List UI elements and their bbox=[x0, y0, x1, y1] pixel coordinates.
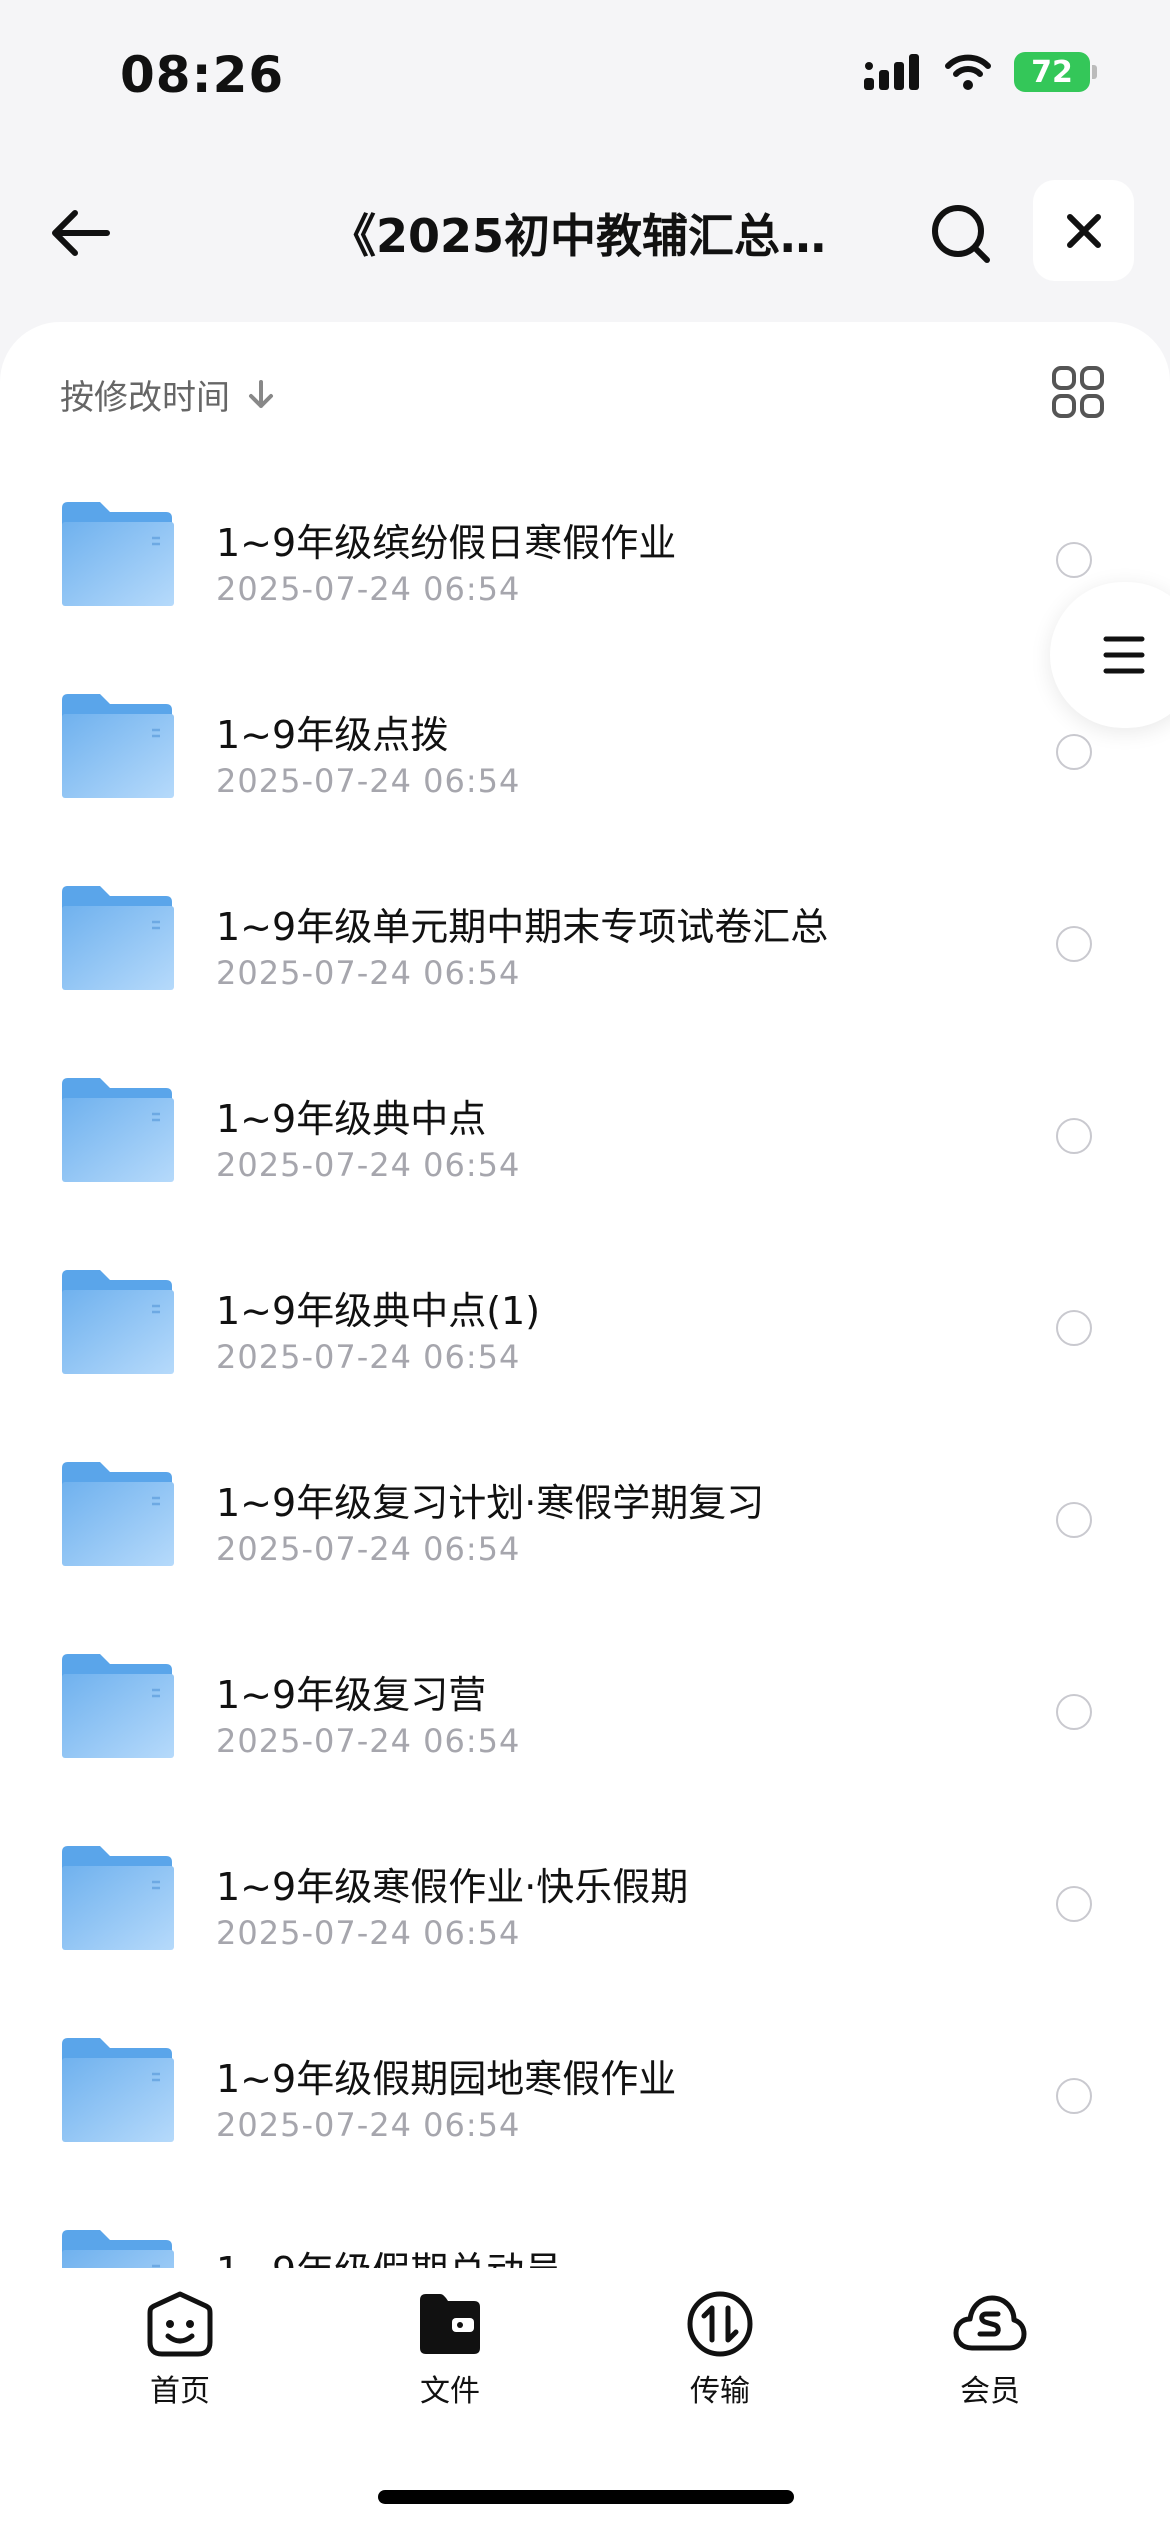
folder-icon bbox=[62, 1270, 174, 1374]
file-row[interactable]: 1~9年级复习营 2025-07-24 06:54 bbox=[0, 1614, 1170, 1806]
tab-files-label: 文件 bbox=[420, 2374, 480, 2409]
file-row[interactable]: 1~9年级单元期中期末专项试卷汇总 2025-07-24 06:54 bbox=[0, 846, 1170, 1038]
file-list: 1~9年级缤纷假日寒假作业 2025-07-24 06:54 1~9年级点拨 2025… bbox=[0, 462, 1170, 2272]
wifi-icon bbox=[945, 54, 991, 90]
cloud-s-icon bbox=[953, 2295, 1027, 2351]
sort-label: 按修改时间 bbox=[60, 378, 230, 418]
tab-home-label: 首页 bbox=[150, 2374, 210, 2409]
file-date: 2025-07-24 06:54 bbox=[216, 570, 521, 608]
file-date: 2025-07-24 06:54 bbox=[216, 1914, 521, 1952]
battery-charging-icon: 72 bbox=[1014, 52, 1097, 92]
tab-files[interactable]: 文件 bbox=[370, 2288, 530, 2410]
signal-icon bbox=[864, 54, 919, 90]
folder-icon bbox=[62, 694, 174, 798]
folder-icon bbox=[62, 2230, 174, 2272]
file-row[interactable]: 1~9年级典中点(1) 2025-07-24 06:54 bbox=[0, 1230, 1170, 1422]
grid-view-icon[interactable] bbox=[1050, 364, 1106, 420]
folder-icon bbox=[62, 1654, 174, 1758]
file-name: 1~9年级点拨 bbox=[216, 713, 449, 757]
file-name: 1~9年级典中点(1) bbox=[216, 1289, 541, 1333]
tab-home[interactable]: 首页 bbox=[100, 2288, 260, 2410]
file-date: 2025-07-24 06:54 bbox=[216, 2106, 521, 2144]
tab-transfer[interactable]: 传输 bbox=[640, 2288, 800, 2410]
file-date: 2025-07-24 06:54 bbox=[216, 1338, 521, 1376]
file-row[interactable]: 1~9年级假期园地寒假作业 2025-07-24 06:54 bbox=[0, 1998, 1170, 2190]
select-checkbox[interactable] bbox=[1056, 1886, 1092, 1922]
file-name: 1~9年级复习计划·寒假学期复习 bbox=[216, 1481, 765, 1525]
status-icons: 72 bbox=[862, 52, 1097, 92]
home-indicator bbox=[378, 2490, 794, 2504]
close-button[interactable] bbox=[1033, 180, 1134, 281]
file-name: 1~9年级缤纷假日寒假作业 bbox=[216, 521, 677, 565]
search-icon bbox=[932, 205, 990, 263]
battery-level: 72 bbox=[1031, 54, 1073, 90]
folder-icon bbox=[62, 1846, 174, 1950]
file-row[interactable]: 1~9年级复习计划·寒假学期复习 2025-07-24 06:54 bbox=[0, 1422, 1170, 1614]
file-date: 2025-07-24 06:54 bbox=[216, 1722, 521, 1760]
select-checkbox[interactable] bbox=[1056, 1310, 1092, 1346]
select-checkbox[interactable] bbox=[1056, 2078, 1092, 2114]
file-date: 2025-07-24 06:54 bbox=[216, 954, 521, 992]
back-arrow-icon bbox=[52, 210, 110, 256]
folder-icon bbox=[62, 502, 174, 606]
file-name: 1~9年级寒假作业·快乐假期 bbox=[216, 1865, 689, 1909]
file-date: 2025-07-24 06:54 bbox=[216, 1146, 521, 1184]
folder-icon bbox=[62, 2038, 174, 2142]
select-checkbox[interactable] bbox=[1056, 542, 1092, 578]
file-date: 2025-07-24 06:54 bbox=[216, 762, 521, 800]
select-checkbox[interactable] bbox=[1056, 926, 1092, 962]
tab-member-label: 会员 bbox=[960, 2374, 1020, 2409]
tab-member[interactable]: 会员 bbox=[910, 2288, 1070, 2410]
status-time: 08:26 bbox=[120, 46, 285, 104]
status-bar: 08:26 72 bbox=[0, 0, 1170, 150]
file-row[interactable]: 1~9年级点拨 2025-07-24 06:54 bbox=[0, 654, 1170, 846]
folder-wallet-icon bbox=[420, 2294, 480, 2354]
folder-icon bbox=[62, 1462, 174, 1566]
file-date: 2025-07-24 06:54 bbox=[216, 1530, 521, 1568]
close-icon bbox=[1066, 213, 1101, 248]
select-checkbox[interactable] bbox=[1056, 1118, 1092, 1154]
menu-icon bbox=[1103, 636, 1145, 674]
file-row[interactable]: 1~9年级缤纷假日寒假作业 2025-07-24 06:54 bbox=[0, 462, 1170, 654]
tab-transfer-label: 传输 bbox=[690, 2374, 750, 2409]
select-checkbox[interactable] bbox=[1056, 1694, 1092, 1730]
folder-icon bbox=[62, 886, 174, 990]
smile-face-icon bbox=[147, 2291, 213, 2357]
nav-bar: 《2025初中教辅汇总... bbox=[0, 170, 1170, 290]
transfer-icon bbox=[687, 2291, 753, 2357]
file-browser: 按修改时间 1~9年级缤纷假日寒假作业 2025-07-24 06:54 1~9年级… bbox=[0, 322, 1170, 2272]
arrow-down-icon bbox=[249, 379, 273, 408]
file-name: 1~9年级单元期中期末专项试卷汇总 bbox=[216, 905, 829, 949]
file-row[interactable]: 1~9年级典中点 2025-07-24 06:54 bbox=[0, 1038, 1170, 1230]
file-row[interactable]: 1~9年级假期总动员 bbox=[0, 2190, 1170, 2272]
back-button[interactable] bbox=[45, 198, 115, 268]
file-name: 1~9年级复习营 bbox=[216, 1673, 487, 1717]
select-checkbox[interactable] bbox=[1056, 1502, 1092, 1538]
search-button[interactable] bbox=[925, 198, 997, 270]
folder-icon bbox=[62, 1078, 174, 1182]
file-name: 1~9年级假期园地寒假作业 bbox=[216, 2057, 677, 2101]
select-checkbox[interactable] bbox=[1056, 734, 1092, 770]
sort-control[interactable]: 按修改时间 bbox=[60, 370, 278, 419]
page-title: 《2025初中教辅汇总... bbox=[330, 209, 830, 263]
file-row[interactable]: 1~9年级寒假作业·快乐假期 2025-07-24 06:54 bbox=[0, 1806, 1170, 1998]
file-name: 1~9年级典中点 bbox=[216, 1097, 487, 1141]
